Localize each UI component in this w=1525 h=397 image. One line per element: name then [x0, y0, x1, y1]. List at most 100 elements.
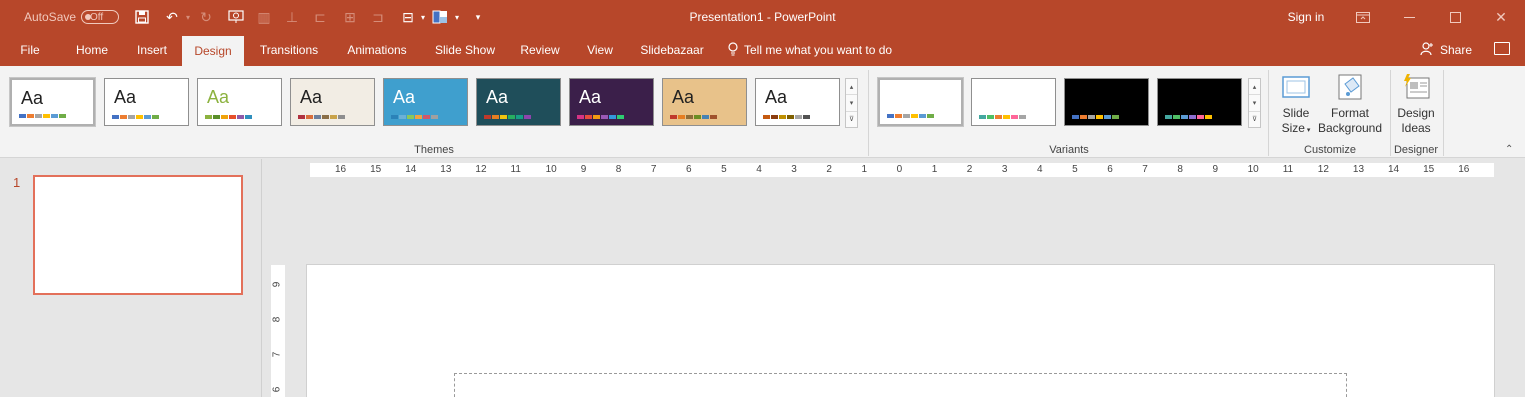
ruler-tick-label: 12 [1317, 164, 1329, 175]
ruler-tick-label: 15 [1423, 164, 1435, 175]
theme-thumbnail[interactable]: Aa [476, 78, 561, 126]
theme-color-swatches [298, 115, 345, 119]
tab-view[interactable]: View [576, 34, 624, 66]
color-swatch [686, 115, 693, 119]
signin-link[interactable]: Sign in [1278, 0, 1334, 34]
color-swatch [1088, 115, 1095, 119]
color-swatch [245, 115, 252, 119]
tab-review[interactable]: Review [512, 34, 568, 66]
themes-scroll-up-icon[interactable]: ▴ [846, 79, 857, 96]
variants-group-label: Variants [1049, 144, 1089, 156]
close-icon[interactable]: ✕ [1478, 0, 1524, 34]
color-swatch [1104, 115, 1111, 119]
variants-more-icon[interactable]: ⊽ [1249, 112, 1260, 127]
theme-sample-text: Aa [21, 88, 44, 108]
align-left-icon[interactable]: ⊏ [310, 0, 330, 34]
color-swatch [1080, 115, 1087, 119]
variant-thumbnail[interactable] [1157, 78, 1242, 126]
theme-thumbnail[interactable]: Aa [383, 78, 468, 126]
theme-color-swatches [577, 115, 624, 119]
layout-dropdown-icon[interactable]: ▾ [447, 0, 467, 34]
color-swatch [903, 114, 910, 118]
ruler-tick-label: 15 [370, 164, 382, 175]
design-ideas-button[interactable]: Design Ideas [1394, 72, 1438, 136]
ruler-tick-label: 5 [721, 164, 727, 175]
tab-slidebazaar[interactable]: Slidebazaar [632, 34, 712, 66]
present-from-start-icon[interactable] [226, 0, 246, 34]
format-background-button[interactable]: Format Background [1316, 72, 1384, 136]
designer-group-label: Designer [1393, 144, 1439, 156]
tab-animations[interactable]: Animations [334, 34, 420, 66]
theme-thumbnail[interactable]: Aa [197, 78, 282, 126]
distribute-icon[interactable]: ⊞ [340, 0, 360, 34]
tab-transitions[interactable]: Transitions [248, 34, 330, 66]
format-background-icon [1335, 72, 1365, 102]
ribbon-display-options-icon[interactable] [1340, 0, 1386, 34]
color-swatch [1173, 115, 1180, 119]
minimize-icon[interactable] [1386, 0, 1432, 34]
theme-color-swatches [484, 115, 531, 119]
color-swatch [431, 115, 438, 119]
ruler-tick-label: 11 [510, 164, 521, 175]
color-swatch [678, 115, 685, 119]
undo-dropdown-icon[interactable]: ▾ [178, 0, 198, 34]
align-right-icon[interactable]: ⊐ [368, 0, 388, 34]
theme-thumbnail[interactable]: Aa [9, 77, 96, 127]
variants-scroll-down-icon[interactable]: ▾ [1249, 95, 1260, 112]
chart-icon[interactable]: ▥ [254, 0, 274, 34]
variant-color-swatches [1072, 115, 1119, 119]
theme-thumbnail[interactable]: Aa [569, 78, 654, 126]
theme-color-swatches [763, 115, 810, 119]
color-swatch [1003, 115, 1010, 119]
design-ideas-icon [1401, 72, 1431, 102]
design-ideas-label-2: Ideas [1401, 121, 1431, 135]
tab-home[interactable]: Home [64, 34, 120, 66]
collapse-ribbon-icon[interactable]: ⌃ [1505, 144, 1513, 155]
color-swatch [144, 115, 151, 119]
save-icon[interactable] [132, 0, 152, 34]
themes-scroll-down-icon[interactable]: ▾ [846, 95, 857, 112]
tell-me-search[interactable]: Tell me what you want to do [728, 34, 892, 66]
variant-thumbnail[interactable] [877, 77, 964, 127]
ruler-tick-label: 6 [271, 386, 283, 393]
share-button[interactable]: Share [1420, 34, 1472, 66]
theme-thumbnail[interactable]: Aa [290, 78, 375, 126]
variant-thumbnail[interactable] [1064, 78, 1149, 126]
color-swatch [136, 115, 143, 119]
theme-color-swatches [205, 115, 252, 119]
autosave-toggle[interactable]: Off [81, 10, 119, 24]
themes-group-label: Themes [414, 144, 454, 156]
color-swatch [314, 115, 321, 119]
slide-size-button[interactable]: Slide Size ▾ [1276, 72, 1316, 138]
ruler-tick-label: 8 [1177, 164, 1183, 175]
variants-scroll-up-icon[interactable]: ▴ [1249, 79, 1260, 96]
tab-insert[interactable]: Insert [124, 34, 180, 66]
color-swatch [229, 115, 236, 119]
theme-thumbnail[interactable]: Aa [755, 78, 840, 126]
theme-thumbnail[interactable]: Aa [104, 78, 189, 126]
maximize-icon[interactable] [1432, 0, 1478, 34]
tab-slide-show[interactable]: Slide Show [424, 34, 506, 66]
tab-file[interactable]: File [8, 34, 52, 66]
themes-more-icon[interactable]: ⊽ [846, 112, 857, 127]
group-divider [1268, 70, 1269, 156]
theme-thumbnail[interactable]: Aa [662, 78, 747, 126]
tab-design[interactable]: Design [182, 36, 244, 66]
color-swatch [1112, 115, 1119, 119]
align-icon[interactable]: ⊥ [282, 0, 302, 34]
color-swatch [128, 115, 135, 119]
color-swatch [51, 114, 58, 118]
redo-icon[interactable]: ↻ [196, 0, 216, 34]
themes-scroll: ▴ ▾ ⊽ [845, 78, 858, 128]
color-swatch [213, 115, 220, 119]
variants-scroll: ▴ ▾ ⊽ [1248, 78, 1261, 128]
variant-thumbnail[interactable] [971, 78, 1056, 126]
slide-thumbnail[interactable] [33, 175, 243, 295]
slide-title-placeholder[interactable] [454, 373, 1347, 397]
ruler-tick-label: 3 [1001, 164, 1008, 175]
ruler-tick-label: 0 [896, 164, 903, 175]
color-swatch [771, 115, 778, 119]
customize-qat-icon[interactable]: ▾ [468, 0, 488, 34]
comment-icon[interactable] [1494, 42, 1510, 55]
color-swatch [787, 115, 794, 119]
